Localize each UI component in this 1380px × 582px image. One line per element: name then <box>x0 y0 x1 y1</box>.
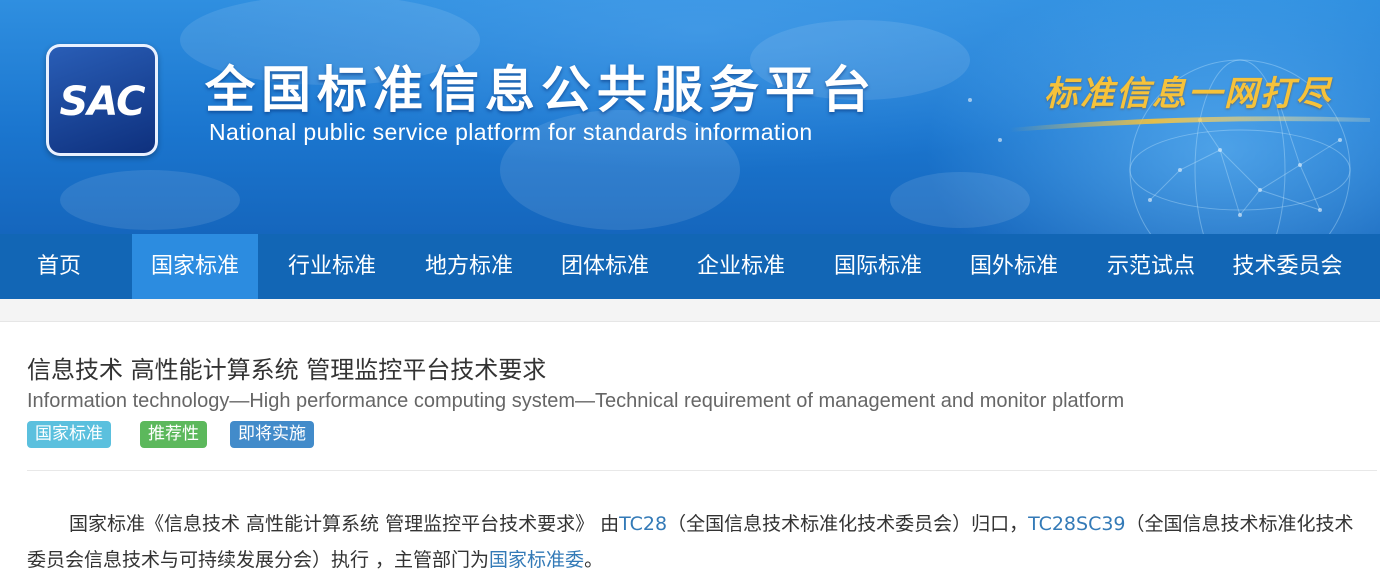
platform-title-cn: 全国标准信息公共服务平台 <box>205 61 877 119</box>
standard-description: 国家标准《信息技术 高性能计算系统 管理监控平台技术要求》 由TC28（全国信息… <box>27 506 1357 578</box>
nav-item-foreign-standards[interactable]: 国外标准 <box>951 234 1077 299</box>
badge-national-standard: 国家标准 <box>27 421 111 448</box>
nav-item-group-standards[interactable]: 团体标准 <box>542 234 668 299</box>
nav-item-international-standards[interactable]: 国际标准 <box>815 234 941 299</box>
nav-item-local-standards[interactable]: 地方标准 <box>406 234 532 299</box>
description-text-1: 国家标准《信息技术 高性能计算系统 管理监控平台技术要求》 由 <box>69 513 620 535</box>
nav-item-enterprise-standards[interactable]: 企业标准 <box>678 234 804 299</box>
sac-logo[interactable]: SAC <box>46 44 158 156</box>
tc28-link[interactable]: TC28 <box>619 513 667 535</box>
slogan: 标准信息一网打尽 <box>1044 74 1332 114</box>
platform-title-en: National public service platform for sta… <box>209 119 813 145</box>
description-text-2: （全国信息技术标准化技术委员会）归口， <box>667 513 1029 535</box>
standard-title-cn: 信息技术 高性能计算系统 管理监控平台技术要求 <box>27 356 547 384</box>
competent-department-link[interactable]: 国家标准委 <box>489 549 584 571</box>
nav-item-technical-committees[interactable]: 技术委员会 <box>1220 234 1355 299</box>
section-separator <box>0 299 1380 321</box>
nav-item-national-standards[interactable]: 国家标准 <box>132 234 258 299</box>
badge-upcoming-implementation: 即将实施 <box>230 421 314 448</box>
standard-detail-panel: 信息技术 高性能计算系统 管理监控平台技术要求 Information tech… <box>0 321 1380 582</box>
slogan-swoosh-decoration <box>1010 116 1370 132</box>
content-divider <box>27 470 1377 471</box>
main-nav: 首页 国家标准 行业标准 地方标准 团体标准 企业标准 国际标准 国外标准 示范… <box>0 234 1380 299</box>
description-text-4: 。 <box>584 549 604 571</box>
tc28sc39-link[interactable]: TC28SC39 <box>1028 513 1125 535</box>
nav-item-industry-standards[interactable]: 行业标准 <box>269 234 395 299</box>
sac-logo-text: SAC <box>59 79 146 125</box>
standard-title-en: Information technology—High performance … <box>27 390 1125 412</box>
badge-recommended: 推荐性 <box>140 421 207 448</box>
nav-item-pilot-demonstration[interactable]: 示范试点 <box>1088 234 1214 299</box>
nav-item-home[interactable]: 首页 <box>18 234 100 299</box>
header-banner: SAC 全国标准信息公共服务平台 National public service… <box>0 0 1380 234</box>
